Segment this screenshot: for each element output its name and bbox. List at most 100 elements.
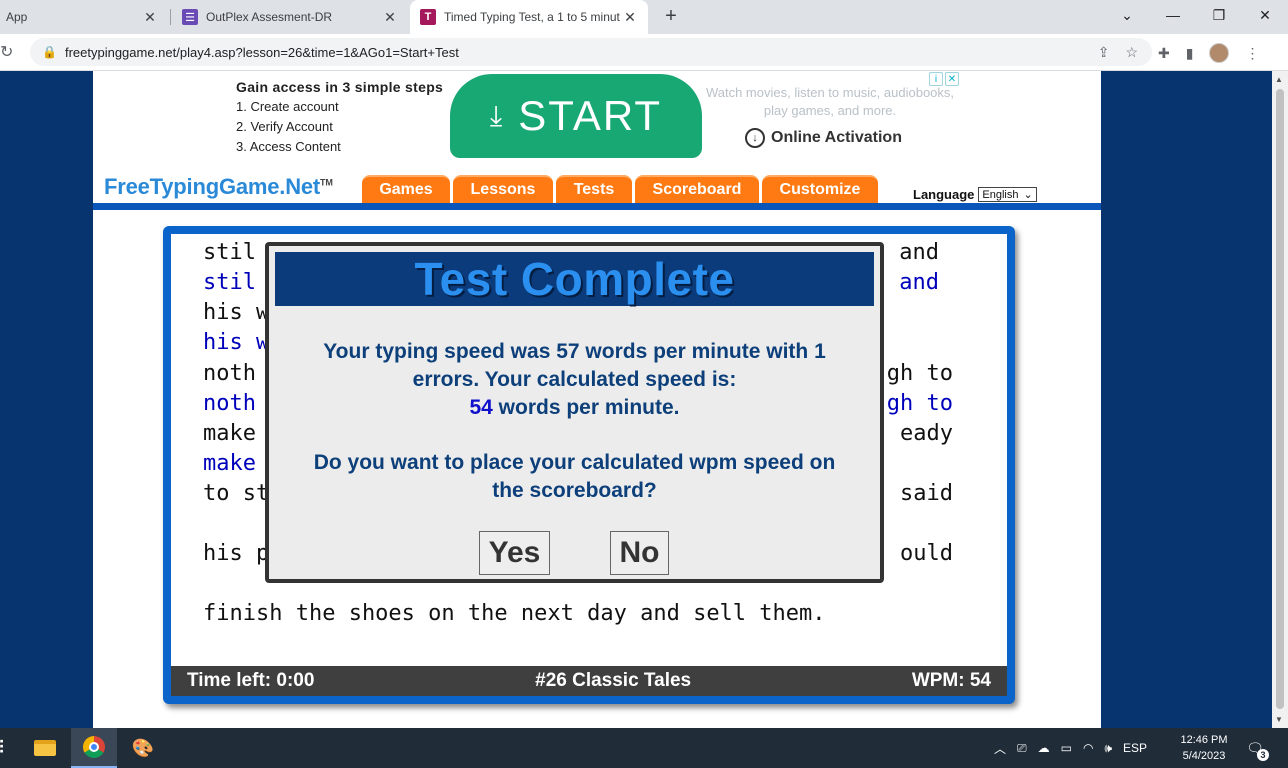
typing-status-bar: Time left: 0:00 #26 Classic Tales WPM: 5… — [171, 666, 1007, 696]
paint-app-icon[interactable]: 🎨 — [120, 728, 166, 768]
text-line: stil — [203, 240, 256, 265]
tab-app[interactable]: App ✕ — [0, 0, 168, 34]
page-scrollbar[interactable]: ▲ ▼ — [1272, 71, 1288, 728]
site-nav: Games Lessons Tests Scoreboard Customize — [362, 175, 878, 203]
question-line: the scoreboard? — [492, 479, 657, 502]
tab-separator — [170, 9, 171, 25]
close-icon[interactable]: ✕ — [622, 9, 638, 26]
tray-chevron-up-icon[interactable]: ︿ — [994, 740, 1006, 757]
menu-kebab-icon[interactable]: ⋮ — [1245, 45, 1259, 62]
no-button[interactable]: No — [610, 531, 669, 575]
scrollbar-thumb[interactable] — [1276, 89, 1284, 709]
nav-games[interactable]: Games — [362, 175, 450, 203]
ad-start-button[interactable]: ⤓ START — [450, 74, 702, 158]
scoreboard-question: Do you want to place your calculated wpm… — [269, 449, 880, 505]
typed-line: make — [203, 451, 256, 476]
folder-icon — [34, 740, 56, 756]
site-logo-text: FreeTypingGame.Net — [104, 174, 321, 199]
wpm-readout: WPM: 54 — [911, 670, 991, 691]
result-line: words per minute. — [492, 396, 680, 419]
file-explorer-icon[interactable] — [22, 728, 68, 768]
language-select[interactable]: English ⌄ — [978, 187, 1037, 202]
ad-info-icon[interactable]: i — [929, 72, 943, 86]
tab-search-chevron-icon[interactable]: ⌄ — [1104, 0, 1150, 30]
profile-avatar[interactable] — [1209, 43, 1230, 63]
bookmark-star-icon[interactable]: ☆ — [1125, 44, 1138, 61]
input-language[interactable]: ESP — [1123, 741, 1147, 755]
text-line: his w — [203, 300, 270, 325]
address-bar[interactable]: 🔒 freetypinggame.net/play4.asp?lesson=26… — [30, 38, 1152, 66]
ad-step: 3. Access Content — [236, 139, 341, 154]
chrome-icon — [83, 736, 105, 758]
ad-online-activation[interactable]: ↓ Online Activation — [745, 128, 902, 148]
ad-steps[interactable]: Gain access in 3 simple steps 1. Create … — [236, 77, 443, 157]
side-panel-icon[interactable]: ▮ — [1186, 45, 1194, 62]
forms-icon: ☰ — [182, 9, 198, 25]
nav-tests[interactable]: Tests — [556, 175, 632, 203]
page-content: Gain access in 3 simple steps 1. Create … — [93, 71, 1101, 728]
ad-steps-heading: Gain access in 3 simple steps — [236, 79, 444, 95]
result-message: Your typing speed was 57 words per minut… — [269, 338, 880, 422]
yes-button[interactable]: Yes — [479, 531, 550, 575]
result-line: errors. Your calculated speed is: — [412, 368, 737, 391]
typed-line: stil — [203, 270, 256, 295]
text-line: noth — [203, 361, 256, 386]
text-line: make — [203, 421, 256, 446]
close-icon[interactable]: ✕ — [382, 9, 398, 26]
language-label: Language — [913, 187, 975, 202]
window-close-icon[interactable]: ✕ — [1242, 0, 1288, 30]
site-logo-tm: TM — [320, 177, 333, 188]
typed-line: and — [899, 270, 939, 295]
ad-step: 1. Create account — [236, 99, 339, 114]
typed-line: his w — [203, 330, 270, 355]
tab-title: OutPlex Assesment-DR — [206, 10, 333, 24]
typed-line: gh to — [886, 391, 953, 416]
minimize-icon[interactable]: — — [1150, 0, 1196, 30]
text-line: his p — [203, 541, 270, 566]
lesson-name: #26 Classic Tales — [535, 670, 692, 691]
calculated-speed: 54 — [469, 396, 493, 419]
url-text: freetypinggame.net/play4.asp?lesson=26&t… — [64, 44, 459, 60]
chrome-taskbar-icon[interactable] — [71, 728, 117, 768]
wifi-icon[interactable]: ◠ — [1083, 741, 1093, 755]
onedrive-cloud-icon[interactable]: ☁ — [1038, 741, 1050, 755]
volume-icon[interactable]: 🕪 — [1104, 741, 1112, 756]
dialog-header: Test Complete — [275, 252, 874, 306]
tab-outplex[interactable]: ☰ OutPlex Assesment-DR ✕ — [172, 0, 408, 34]
site-favicon-icon: T — [420, 9, 436, 25]
language-picker: Language English ⌄ — [913, 187, 1037, 202]
nav-lessons[interactable]: Lessons — [453, 175, 553, 203]
restore-icon[interactable]: ❐ — [1196, 0, 1242, 30]
download-circle-icon: ↓ — [745, 128, 765, 148]
tab-typing-test[interactable]: T Timed Typing Test, a 1 to 5 minut ✕ — [410, 0, 648, 34]
taskbar-clock[interactable]: 12:46 PM 5/4/2023 — [1172, 732, 1236, 764]
notification-center-icon[interactable]: 🗨 3 — [1244, 737, 1269, 761]
site-logo[interactable]: FreeTypingGame.NetTM — [104, 174, 333, 200]
reload-icon[interactable]: ↻ — [0, 42, 13, 62]
nav-customize[interactable]: Customize — [762, 175, 878, 203]
windows-taskbar: ⠿ 🎨 ︿ ⎚ ☁ ▭ ◠ 🕪 ESP 12:46 PM 5/4/2023 🗨3 — [0, 728, 1288, 768]
meet-now-icon[interactable]: ⎚ — [1017, 741, 1027, 756]
nav-divider — [93, 203, 1101, 210]
text-line: to st — [203, 481, 270, 506]
question-line: Do you want to place your calculated wpm… — [313, 451, 836, 474]
tab-title: App — [6, 10, 28, 24]
close-icon[interactable]: ✕ — [142, 9, 158, 26]
text-line: said — [900, 481, 953, 506]
ad-choices: i ✕ — [929, 72, 959, 86]
page-viewport: Gain access in 3 simple steps 1. Create … — [0, 71, 1272, 728]
text-line: and — [899, 240, 939, 265]
language-value: English — [982, 188, 1019, 201]
task-view-icon[interactable]: ⠿ — [0, 728, 22, 768]
extensions-puzzle-icon[interactable]: ✚ — [1158, 45, 1170, 62]
lock-icon[interactable]: 🔒 — [42, 45, 57, 59]
nav-scoreboard[interactable]: Scoreboard — [635, 175, 759, 203]
new-tab-plus-icon[interactable]: + — [660, 6, 682, 28]
ad-watch-text: Watch movies, listen to music, audiobook… — [705, 85, 955, 118]
scroll-down-arrow-icon[interactable]: ▼ — [1275, 715, 1283, 724]
battery-icon[interactable]: ▭ — [1061, 741, 1072, 755]
ad-close-icon[interactable]: ✕ — [945, 72, 959, 86]
share-icon[interactable]: ⇪ — [1098, 44, 1110, 61]
result-line: Your typing speed was 57 words per minut… — [323, 340, 826, 363]
scroll-up-arrow-icon[interactable]: ▲ — [1275, 75, 1283, 84]
